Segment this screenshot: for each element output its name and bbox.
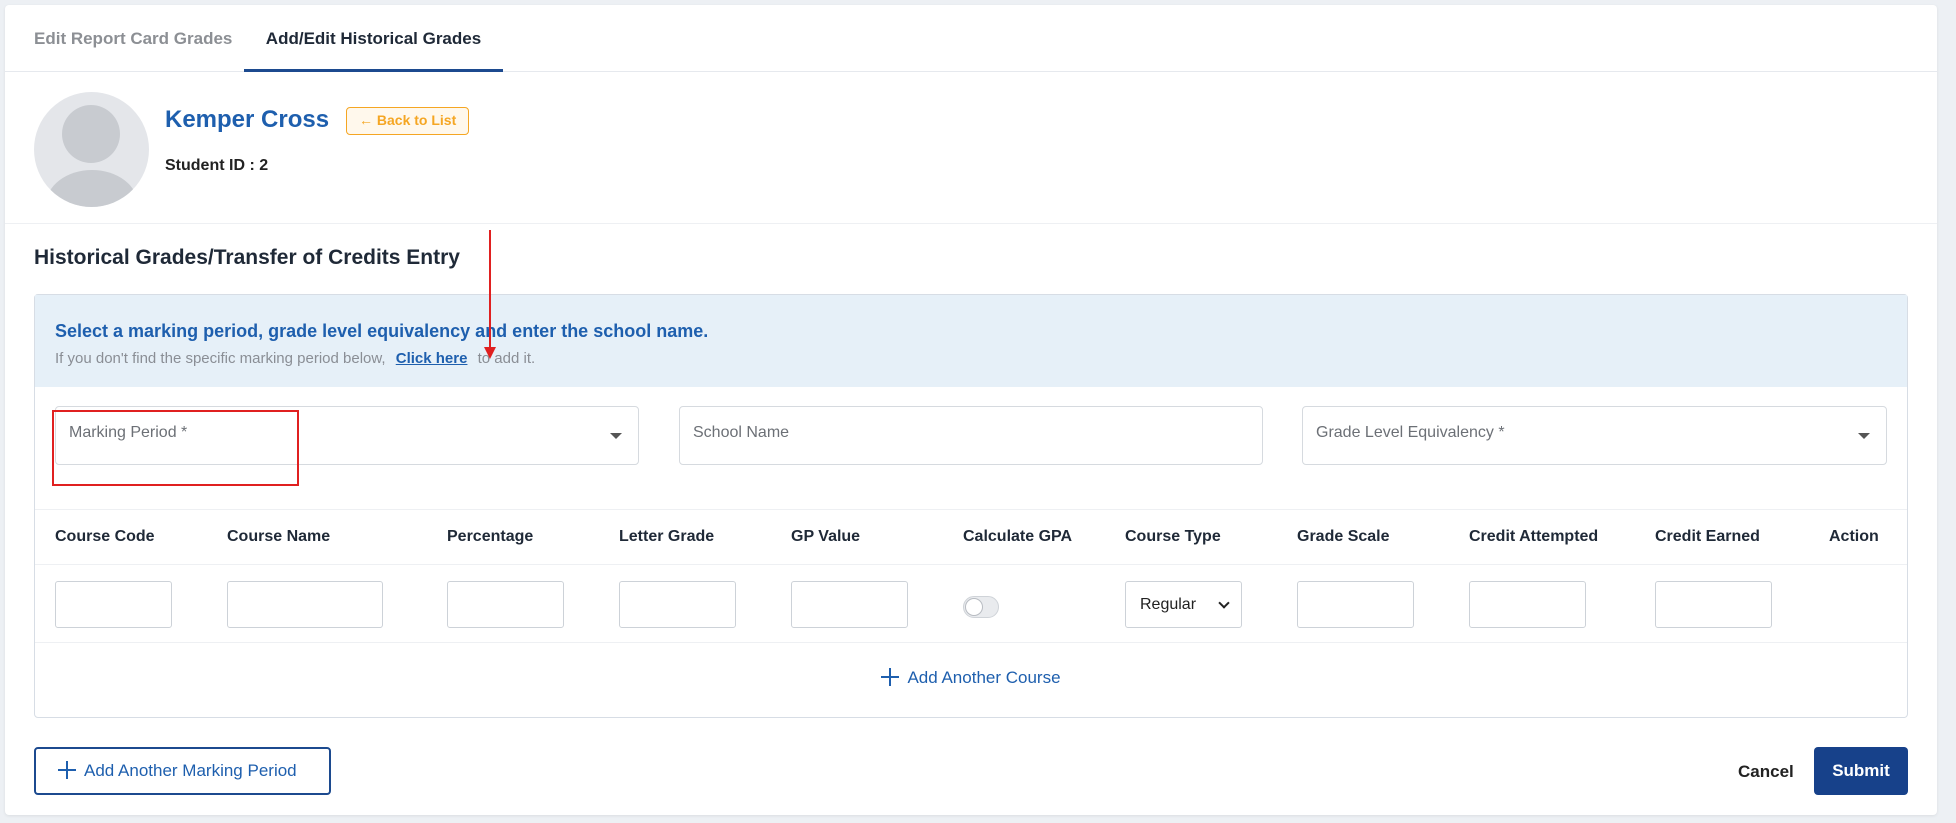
info-banner: Select a marking period, grade level equ… [35, 295, 1907, 387]
tab-add-edit-historical-grades[interactable]: Add/Edit Historical Grades [244, 5, 503, 72]
entry-panel: Select a marking period, grade level equ… [34, 294, 1908, 718]
caret-down-icon [1858, 433, 1870, 439]
add-marking-period-label: Add Another Marking Period [84, 761, 297, 780]
section-title: Historical Grades/Transfer of Credits En… [34, 246, 460, 269]
credit-earned-input[interactable] [1655, 581, 1772, 628]
calculate-gpa-toggle[interactable] [963, 596, 999, 618]
grade-level-equivalency-select[interactable]: Grade Level Equivalency * [1302, 406, 1887, 465]
avatar-body-shape [46, 170, 138, 207]
course-type-select[interactable]: Regular [1125, 581, 1242, 628]
gp-value-input[interactable] [791, 581, 908, 628]
main-card: Edit Report Card Grades Add/Edit Histori… [5, 5, 1937, 815]
info-sub-text: If you don't find the specific marking p… [55, 350, 535, 367]
annotation-highlight-box [52, 410, 299, 486]
chevron-down-icon [1218, 597, 1230, 609]
course-name-input[interactable] [227, 581, 383, 628]
header-credit-earned: Credit Earned [1655, 528, 1760, 545]
table-header: Course Code Course Name Percentage Lette… [35, 509, 1907, 565]
header-percentage: Percentage [447, 528, 534, 545]
tab-bar: Edit Report Card Grades Add/Edit Histori… [5, 5, 1937, 72]
arrow-left-icon: ← [359, 112, 373, 128]
info-main-text: Select a marking period, grade level equ… [55, 321, 709, 341]
header-credit-attempted: Credit Attempted [1469, 528, 1599, 545]
percentage-input[interactable] [447, 581, 564, 628]
header-grade-scale: Grade Scale [1297, 528, 1390, 545]
info-sub-before: If you don't find the specific marking p… [55, 350, 386, 367]
student-header: Kemper Cross ← Back to List Student ID :… [5, 72, 1937, 224]
course-code-input[interactable] [55, 581, 172, 628]
plus-icon [58, 761, 76, 779]
tab-edit-report-card-grades[interactable]: Edit Report Card Grades [34, 5, 232, 72]
caret-down-icon [610, 433, 622, 439]
toggle-knob [965, 598, 983, 616]
school-name-placeholder: School Name [693, 424, 790, 441]
add-another-course-button[interactable]: Add Another Course [881, 668, 1061, 688]
back-to-list-button[interactable]: ← Back to List [346, 107, 470, 135]
header-course-type: Course Type [1125, 528, 1221, 545]
submit-button[interactable]: Submit [1814, 747, 1908, 795]
table-row: Regular [35, 565, 1907, 643]
add-another-course-label: Add Another Course [907, 668, 1061, 687]
avatar [34, 92, 149, 207]
credit-attempted-input[interactable] [1469, 581, 1586, 628]
course-type-value: Regular [1140, 596, 1197, 613]
header-course-code: Course Code [55, 528, 155, 545]
letter-grade-input[interactable] [619, 581, 736, 628]
school-name-input[interactable]: School Name [679, 406, 1263, 465]
annotation-arrow-head [484, 347, 496, 359]
cancel-button[interactable]: Cancel [1738, 762, 1794, 782]
header-course-name: Course Name [227, 528, 331, 545]
annotation-arrow-line [489, 230, 491, 350]
grade-scale-input[interactable] [1297, 581, 1414, 628]
plus-icon [881, 668, 900, 686]
click-here-link[interactable]: Click here [396, 350, 468, 367]
header-gp-value: GP Value [791, 528, 861, 545]
avatar-head-shape [62, 105, 120, 163]
grade-level-placeholder: Grade Level Equivalency * [1316, 424, 1505, 441]
header-calculate-gpa: Calculate GPA [963, 528, 1073, 545]
header-letter-grade: Letter Grade [619, 528, 715, 545]
add-course-row: Add Another Course [35, 643, 1907, 719]
student-id: Student ID : 2 [165, 157, 269, 174]
back-to-list-label: Back to List [376, 112, 457, 128]
student-name: Kemper Cross [165, 106, 330, 133]
add-another-marking-period-button[interactable]: Add Another Marking Period [34, 747, 331, 795]
header-action: Action [1829, 528, 1879, 545]
